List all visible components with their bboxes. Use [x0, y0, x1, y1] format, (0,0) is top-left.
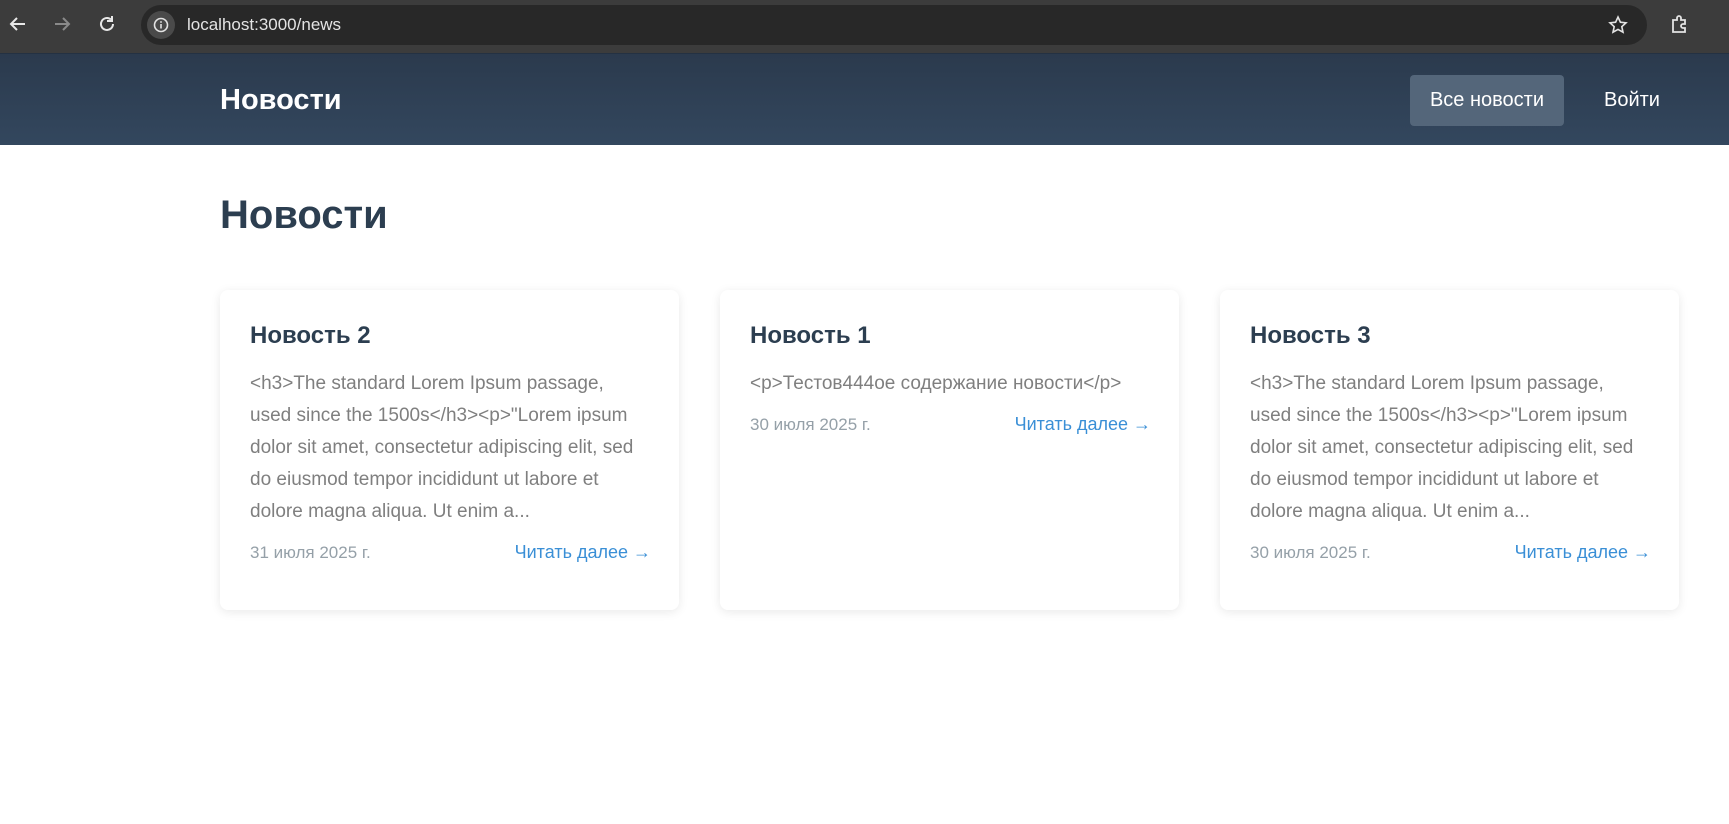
page-title: Новости	[220, 193, 388, 237]
site-header: Новости Все новости Войти	[0, 53, 1729, 145]
news-card-excerpt: <p>Тестов444ое содержание новости</p>	[750, 373, 1122, 394]
news-card-title[interactable]: Новость 3	[1250, 320, 1651, 352]
arrow-left-icon	[9, 17, 25, 31]
news-card-date: 30 июля 2025 г.	[1250, 542, 1371, 562]
reload-icon	[100, 16, 114, 31]
news-card: Новость 1 <p>Тестов444ое содержание ново…	[720, 290, 1179, 610]
news-card-date: 31 июля 2025 г.	[250, 542, 371, 562]
news-card-meta: 30 июля 2025 г. Читать далее →	[750, 414, 1151, 435]
news-card-title[interactable]: Новость 2	[250, 320, 651, 352]
address-bar[interactable]: localhost:3000/news	[141, 5, 1647, 45]
back-button[interactable]	[4, 10, 32, 38]
news-card-date: 30 июля 2025 г.	[750, 414, 871, 434]
news-card-title[interactable]: Новость 1	[750, 320, 1151, 352]
news-card-meta: 30 июля 2025 г. Читать далее →	[1250, 542, 1651, 563]
news-card-excerpt: <h3>The standard Lorem Ipsum passage, us…	[250, 373, 634, 522]
read-more-link[interactable]: Читать далее →	[515, 542, 651, 563]
read-more-link[interactable]: Читать далее →	[1515, 542, 1651, 563]
reload-button[interactable]	[93, 10, 121, 38]
news-card-excerpt: <h3>The standard Lorem Ipsum passage, us…	[1250, 373, 1634, 522]
news-card: Новость 3 <h3>The standard Lorem Ipsum p…	[1220, 290, 1679, 610]
news-card-meta: 31 июля 2025 г. Читать далее →	[250, 542, 651, 563]
arrow-right-icon	[55, 17, 71, 31]
news-card: Новость 2 <h3>The standard Lorem Ipsum p…	[220, 290, 679, 610]
site-info-icon[interactable]	[147, 11, 175, 39]
url-text[interactable]: localhost:3000/news	[187, 5, 341, 45]
site-logo[interactable]: Новости	[220, 54, 342, 146]
nav-all-news[interactable]: Все новости	[1410, 75, 1564, 126]
read-more-link[interactable]: Читать далее →	[1015, 414, 1151, 435]
forward-button[interactable]	[48, 10, 76, 38]
extensions-icon[interactable]	[1666, 10, 1694, 38]
browser-toolbar: localhost:3000/news	[0, 0, 1729, 53]
bookmark-star-icon[interactable]	[1605, 12, 1631, 38]
nav-login[interactable]: Войти	[1586, 75, 1678, 126]
